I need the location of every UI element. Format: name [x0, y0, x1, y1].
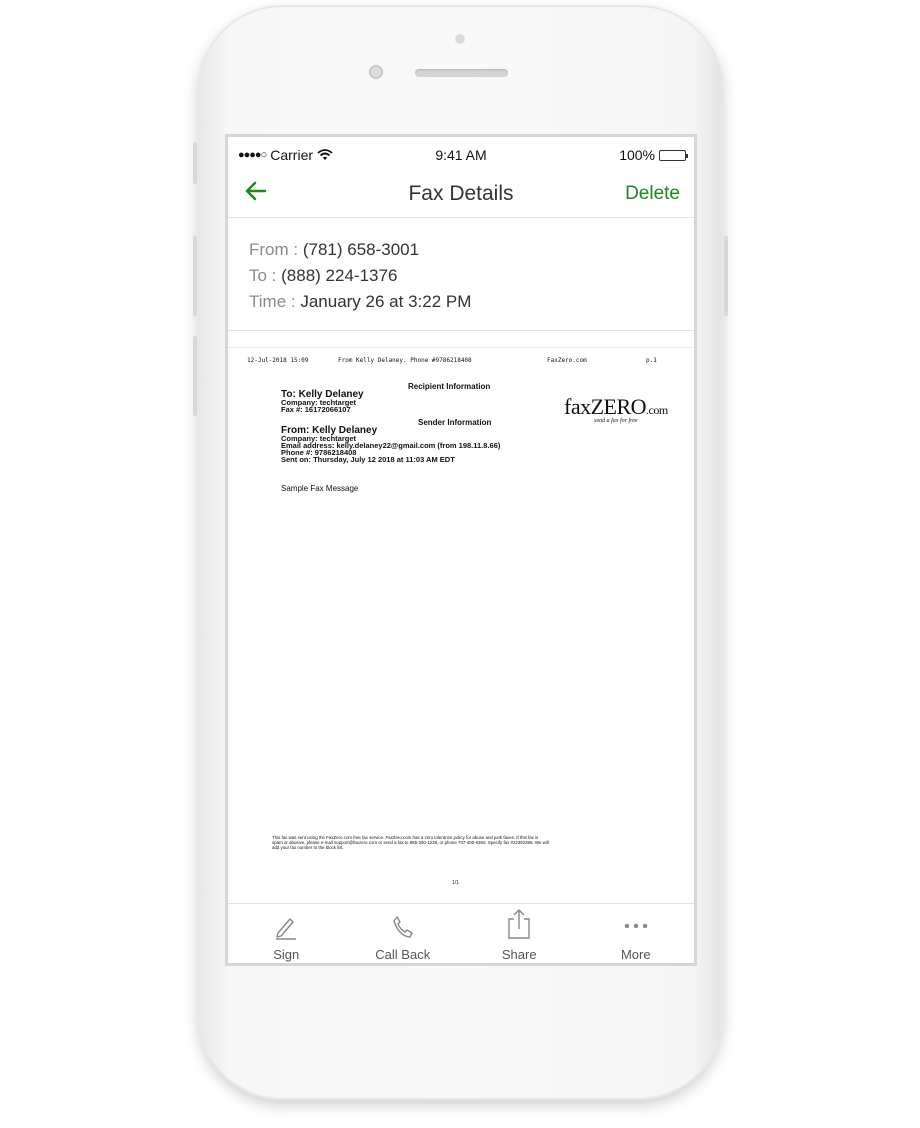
battery-percent: 100%: [619, 147, 655, 163]
delete-button[interactable]: Delete: [625, 183, 680, 205]
from-value: (781) 658-3001: [302, 240, 420, 259]
battery-icon: [659, 149, 688, 161]
ellipsis-icon: [624, 923, 647, 929]
faxzero-logo: faxZERO.com send a fax for free: [564, 394, 668, 424]
details-divider: [228, 330, 694, 331]
front-camera: [369, 65, 383, 79]
share-button[interactable]: Share: [461, 904, 578, 963]
fax-header-date: 12-Jul-2018 15:09: [247, 357, 309, 364]
call-back-label: Call Back: [375, 947, 431, 962]
fax-page-number: 1/1: [452, 880, 459, 886]
fax-message: Sample Fax Message: [281, 484, 359, 493]
time-row: Time : January 26 at 3:22 PM: [249, 289, 471, 315]
share-label: Share: [501, 947, 537, 962]
power-button: [724, 236, 728, 316]
sign-button[interactable]: Sign: [228, 904, 345, 963]
sender-heading: Sender Information: [418, 418, 492, 427]
from-row: From : (781) 658-3001: [249, 237, 471, 263]
more-button[interactable]: More: [578, 904, 695, 963]
phone-screen: ●●●●○ Carrier 9:41 AM 100% Fax Details D…: [225, 134, 697, 966]
fax-sent-on: Sent on: Thursday, July 12 2018 at 11:03…: [281, 455, 455, 464]
to-value: (888) 224-1376: [281, 266, 398, 285]
phone-icon: [393, 916, 413, 938]
to-label: To :: [249, 266, 277, 285]
fax-details: From : (781) 658-3001 To : (888) 224-137…: [249, 237, 471, 315]
fax-header-from: From Kelly Delaney. Phone #9786218408: [338, 357, 472, 364]
time-value: January 26 at 3:22 PM: [300, 292, 472, 311]
from-label: From :: [249, 240, 299, 259]
bottom-toolbar: Sign Call Back Share More: [228, 903, 695, 963]
recipient-heading: Recipient Information: [408, 382, 491, 391]
fax-header-site: FaxZero.com: [547, 357, 587, 364]
call-back-button[interactable]: Call Back: [345, 904, 462, 963]
navigation-bar: Fax Details Delete: [228, 171, 694, 218]
sign-label: Sign: [273, 947, 300, 962]
mute-switch: [193, 142, 197, 184]
fax-header-page: p.1: [646, 357, 657, 364]
camera-dot: [455, 34, 465, 44]
volume-up-button: [193, 236, 197, 316]
share-icon: [508, 909, 530, 939]
status-bar: ●●●●○ Carrier 9:41 AM 100%: [228, 137, 694, 171]
fax-page-preview[interactable]: 12-Jul-2018 15:09 From Kelly Delaney. Ph…: [228, 349, 694, 899]
pencil-icon: [276, 918, 297, 940]
time-label: Time :: [249, 292, 296, 311]
fax-to-number: Fax #: 16172066107: [281, 405, 351, 414]
to-row: To : (888) 224-1376: [249, 263, 471, 289]
fax-footer-notice: This fax was sent using the FaxZero.com …: [272, 835, 549, 850]
logo-wordmark: faxZERO.com: [564, 394, 668, 419]
volume-down-button: [193, 336, 197, 416]
status-right: 100%: [619, 147, 688, 163]
preview-divider: [228, 347, 694, 348]
more-label: More: [620, 947, 651, 962]
earpiece-speaker: [415, 69, 508, 77]
